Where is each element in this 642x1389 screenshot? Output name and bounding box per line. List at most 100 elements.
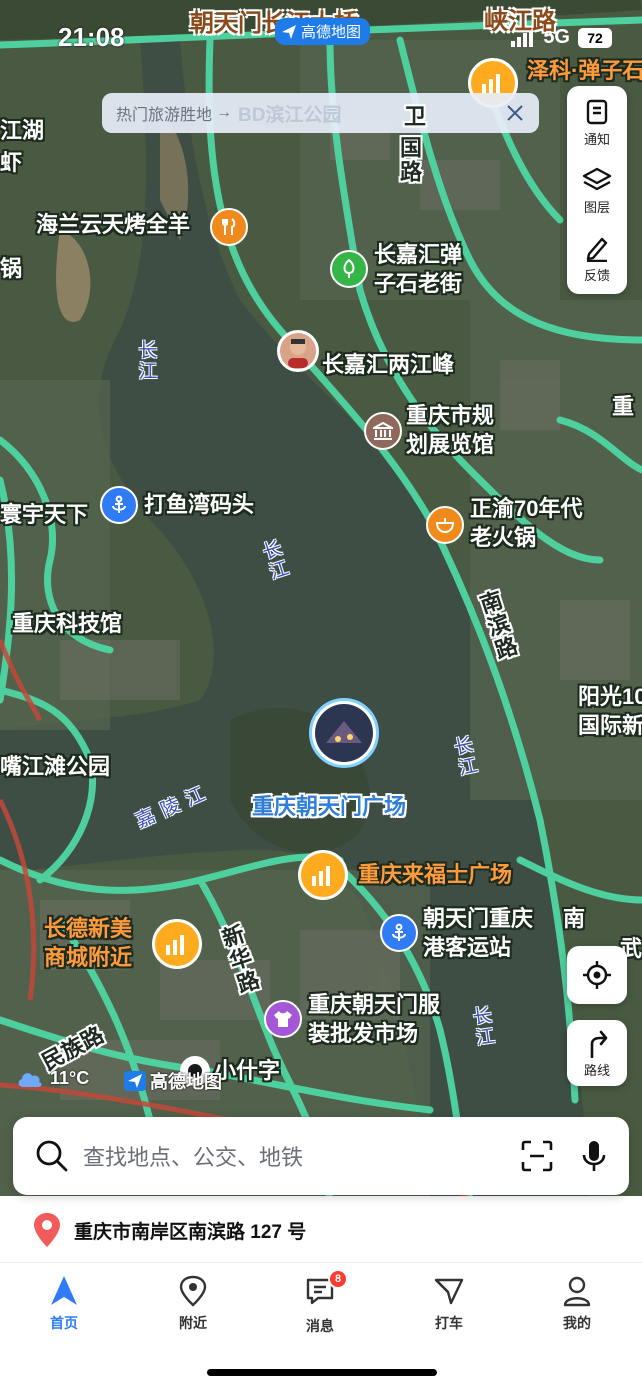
feedback-label: 反馈 [583, 268, 610, 283]
tab-profile[interactable]: 我的 [532, 1275, 622, 1333]
heat-bars-icon [482, 74, 500, 94]
heat-bars-icon [166, 935, 184, 955]
chaotianmen-square-label: 重庆朝天门广场 [252, 794, 407, 819]
locate-button[interactable] [567, 946, 627, 1004]
fork-knife-icon [222, 218, 236, 235]
search-placeholder[interactable]: 查找地点、公交、地铁 [83, 1140, 521, 1172]
shirt-icon [274, 1011, 292, 1027]
notice-icon [586, 99, 608, 125]
amap-chip[interactable]: 高德地图 [275, 18, 371, 45]
square-photo-icon [315, 704, 373, 762]
planning-hall-line1: 重庆市规 [406, 403, 495, 428]
planning-hall-line2: 划展览馆 [406, 432, 495, 457]
route-label: 路线 [583, 1062, 610, 1078]
tree-icon [343, 259, 355, 278]
amap-logo-icon [124, 1071, 146, 1091]
port-poi[interactable] [380, 914, 418, 952]
restaurant-poi[interactable] [210, 208, 248, 246]
market-poi[interactable] [264, 1000, 302, 1038]
zuijiang-park-label: 嘴江滩公园 [0, 754, 111, 779]
current-address[interactable]: 重庆市南岸区南滨路 127 号 [32, 1212, 306, 1248]
scan-icon[interactable] [521, 1140, 553, 1172]
temperature: 11°C [50, 1068, 90, 1088]
route-arrow-icon [590, 1030, 608, 1058]
hot-travel-banner[interactable]: 热门旅游胜地 → BD滨江公园 [102, 93, 539, 133]
message-badge: 8 [328, 1269, 348, 1289]
tab-nearby-label: 附近 [179, 1315, 207, 1331]
microphone-icon[interactable] [581, 1139, 607, 1173]
hotpot-poi[interactable] [426, 506, 464, 544]
search-bar[interactable]: 查找地点、公交、地铁 [13, 1117, 629, 1195]
port-line2: 港客运站 [423, 935, 512, 960]
hailan-label: 海兰云天烤全羊 [36, 212, 191, 237]
danzishi-line1: 长嘉汇弹 [374, 242, 463, 267]
tab-nearby[interactable]: 附近 [148, 1275, 238, 1333]
close-icon[interactable] [503, 101, 527, 125]
banner-prefix: 热门旅游胜地 [116, 107, 213, 124]
layers-icon [582, 167, 612, 191]
museum-poi[interactable] [364, 412, 402, 450]
weather-widget[interactable]: 11°C [16, 1068, 89, 1089]
poi-hot-changde[interactable] [152, 919, 202, 969]
amap-chip-label: 高德地图 [301, 24, 362, 41]
danzishi-line2: 子石老街 [374, 271, 463, 296]
layers-button[interactable]: 图层 [567, 158, 627, 224]
dayuwan-label: 打鱼湾码头 [144, 492, 255, 517]
tab-profile-label: 我的 [563, 1315, 591, 1331]
map-view[interactable]: 21:08 5G 72 朝天门长江大桥 峡江路 高德地图 泽科·弹子石 热门旅游… [0, 0, 642, 1200]
search-icon [36, 1140, 68, 1172]
guo-label: 锅 [0, 256, 23, 281]
yangguang-line2: 国际新 [578, 713, 642, 738]
science-museum-label: 重庆科技馆 [12, 611, 123, 636]
port-line1: 朝天门重庆 [423, 906, 534, 931]
xiajiang-road-label: 峡江路 [484, 8, 556, 35]
cloud-icon [18, 1072, 42, 1087]
hotpot-icon [435, 518, 455, 534]
user-avatar-marker[interactable] [277, 330, 319, 372]
changde-line1: 长德新美 [44, 916, 133, 941]
zhengyu-line1: 正渝70年代 [470, 496, 583, 521]
map-tools-panel: 通知 图层 反馈 [567, 86, 627, 294]
chaotianmen-square-marker[interactable] [309, 698, 379, 768]
location-pin-icon [179, 1275, 207, 1307]
market-line2: 装批发市场 [308, 1021, 419, 1046]
anchor-icon [392, 923, 406, 941]
banner-arrow: → [216, 104, 233, 121]
notice-button[interactable]: 通知 [567, 90, 627, 156]
tab-taxi-label: 打车 [435, 1315, 463, 1331]
tab-messages[interactable]: 8 消息 [275, 1269, 365, 1336]
amap-logo: 高德地图 [124, 1068, 222, 1094]
park-poi[interactable] [330, 250, 368, 288]
feedback-button[interactable]: 反馈 [567, 226, 627, 292]
zhengyu-line2: 老火锅 [470, 525, 537, 550]
tab-home[interactable]: 首页 [19, 1275, 109, 1333]
pier-poi[interactable] [100, 486, 138, 524]
changde-line2: 商城附近 [44, 945, 133, 970]
tab-taxi[interactable]: 打车 [404, 1275, 494, 1333]
pen-icon [586, 237, 608, 262]
anchor-icon [112, 495, 126, 513]
guo-road-label: 国路 [396, 136, 422, 184]
layers-label: 图层 [583, 200, 610, 215]
satellite-map-base [0, 0, 642, 1200]
notice-label: 通知 [583, 132, 610, 147]
address-text: 重庆市南岸区南滨路 127 号 [74, 1221, 307, 1243]
heat-bars-icon [312, 866, 330, 886]
home-arrow-icon [51, 1276, 77, 1305]
tab-home-label: 首页 [50, 1315, 78, 1331]
wei-label: 卫 [404, 104, 427, 129]
market-line1: 重庆朝天门服 [308, 992, 441, 1017]
avatar-icon [288, 339, 308, 368]
zeke-label: 泽科·弹子石 [527, 58, 642, 83]
xia-label: 虾 [0, 150, 23, 175]
taxi-icon [434, 1278, 464, 1305]
museum-icon [373, 422, 393, 440]
route-button[interactable]: 路线 [567, 1020, 627, 1086]
amap-logo-text: 高德地图 [150, 1072, 222, 1092]
poi-hot-raffles[interactable] [298, 850, 348, 900]
home-indicator[interactable] [207, 1369, 437, 1376]
changjiang-label-1: 长江 [135, 340, 157, 382]
person-icon [563, 1276, 591, 1307]
xiaoshizi-label: 小什字 [214, 1058, 281, 1083]
banner-destination: BD滨江公园 [238, 104, 342, 126]
